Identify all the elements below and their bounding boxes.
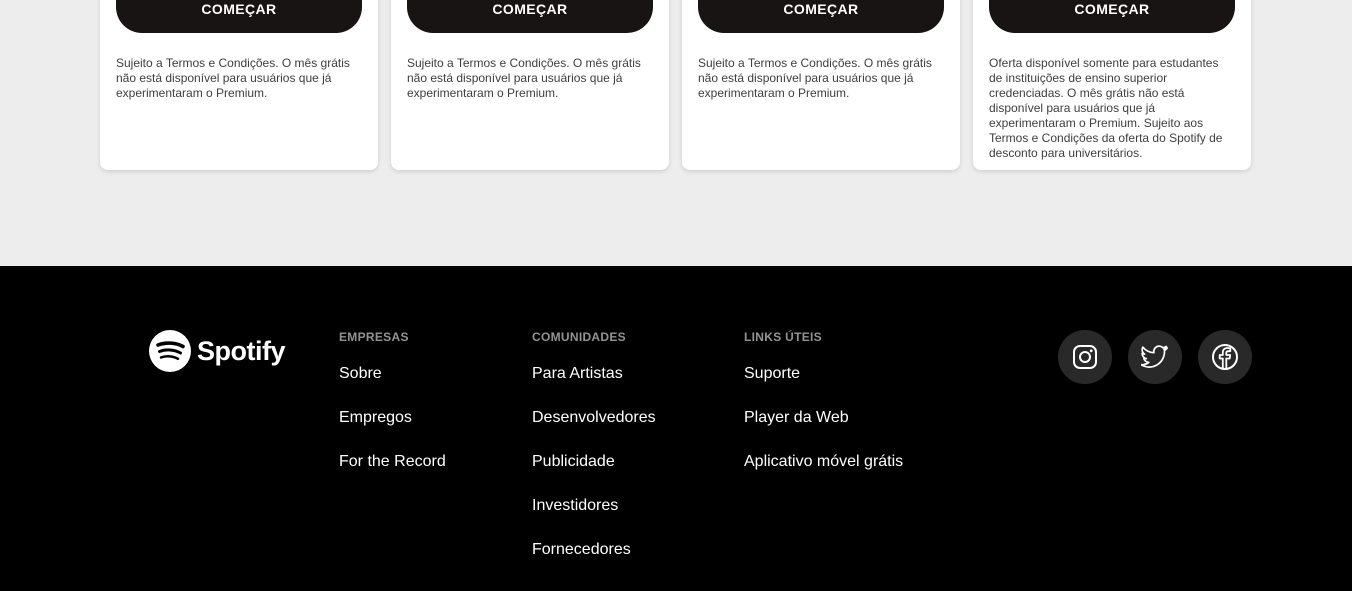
twitter-icon: [1141, 345, 1168, 368]
start-button-3[interactable]: COMEÇAR: [698, 0, 944, 33]
footer-link-empregos[interactable]: Empregos: [339, 408, 446, 428]
footer-link-for-the-record[interactable]: For the Record: [339, 452, 446, 472]
footer-column-links-uteis: LINKS ÚTEIS Suporte Player da Web Aplica…: [744, 330, 903, 472]
plan-terms-2: Sujeito a Termos e Condições. O mês grát…: [407, 56, 641, 100]
footer-link-desenvolvedores[interactable]: Desenvolvedores: [532, 408, 656, 428]
instagram-button[interactable]: [1058, 330, 1112, 384]
spotify-icon: [149, 330, 191, 372]
start-button-4[interactable]: COMEÇAR: [989, 0, 1235, 33]
footer-link-sobre[interactable]: Sobre: [339, 364, 446, 384]
spotify-logo[interactable]: Spotify: [149, 330, 286, 372]
plan-card-2: COMEÇAR Sujeito a Termos e Condições. O …: [391, 0, 669, 170]
start-button-2[interactable]: COMEÇAR: [407, 0, 653, 33]
footer-link-player-da-web[interactable]: Player da Web: [744, 408, 903, 428]
column-title: EMPRESAS: [339, 330, 409, 344]
footer-column-empresas: EMPRESAS Sobre Empregos For the Record: [339, 330, 446, 472]
column-title: LINKS ÚTEIS: [744, 330, 822, 344]
footer-link-fornecedores[interactable]: Fornecedores: [532, 540, 656, 560]
footer: Spotify EMPRESAS Sobre Empregos For the …: [0, 266, 1352, 591]
start-button-1[interactable]: COMEÇAR: [116, 0, 362, 33]
plan-terms-1: Sujeito a Termos e Condições. O mês grát…: [116, 56, 350, 100]
twitter-button[interactable]: [1128, 330, 1182, 384]
facebook-icon: [1212, 344, 1238, 370]
plan-card-1: COMEÇAR Sujeito a Termos e Condições. O …: [100, 0, 378, 170]
footer-link-investidores[interactable]: Investidores: [532, 496, 656, 516]
instagram-icon: [1073, 345, 1097, 369]
plan-terms-4: Oferta disponível somente para estudante…: [989, 56, 1223, 160]
footer-link-aplicativo-movel[interactable]: Aplicativo móvel grátis: [744, 452, 903, 472]
logo-wordmark: Spotify: [197, 335, 286, 366]
footer-column-comunidades: COMUNIDADES Para Artistas Desenvolvedore…: [532, 330, 656, 560]
plan-terms-3: Sujeito a Termos e Condições. O mês grát…: [698, 56, 932, 100]
footer-link-suporte[interactable]: Suporte: [744, 364, 903, 384]
footer-link-publicidade[interactable]: Publicidade: [532, 452, 656, 472]
plan-cards-section: COMEÇAR Sujeito a Termos e Condições. O …: [0, 0, 1352, 266]
plan-card-3: COMEÇAR Sujeito a Termos e Condições. O …: [682, 0, 960, 170]
column-title: COMUNIDADES: [532, 330, 626, 344]
plan-card-4: COMEÇAR Oferta disponível somente para e…: [973, 0, 1251, 170]
facebook-button[interactable]: [1198, 330, 1252, 384]
footer-link-para-artistas[interactable]: Para Artistas: [532, 364, 656, 384]
